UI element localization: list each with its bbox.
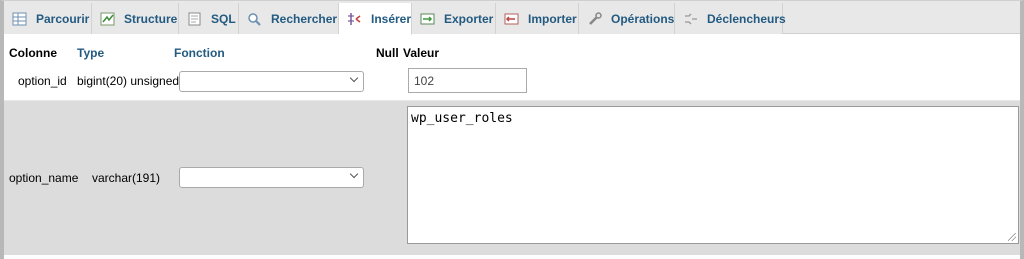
header-value: Valeur <box>403 46 440 60</box>
function-select[interactable] <box>179 71 364 92</box>
column-type: bigint(20) unsigned <box>77 74 180 88</box>
tab-label: Rechercher <box>271 11 338 26</box>
tab-label: Parcourir <box>36 11 90 26</box>
function-select[interactable] <box>179 167 364 188</box>
tab-search[interactable]: Rechercher <box>239 3 339 34</box>
table-row: option_id bigint(20) unsigned 102 <box>4 62 1020 100</box>
tab-label: SQL <box>211 11 236 26</box>
value-input[interactable]: 102 <box>408 68 527 93</box>
column-name: option_name <box>9 171 79 185</box>
export-icon <box>420 12 436 26</box>
header-null: Null <box>376 46 399 60</box>
wrench-icon <box>587 11 603 26</box>
tab-label: Déclencheurs <box>707 11 786 26</box>
column-type: varchar(191) <box>92 171 161 185</box>
tab-label: Insérer <box>371 11 412 26</box>
tab-import[interactable]: Importer <box>496 3 579 34</box>
table-header: Colonne Type Fonction Null Valeur <box>4 44 1020 62</box>
tab-insert[interactable]: Insérer <box>339 3 412 35</box>
tab-export[interactable]: Exporter <box>412 3 496 34</box>
header-column: Colonne <box>9 46 57 60</box>
sql-icon <box>187 12 203 26</box>
chevron-down-icon <box>349 169 359 179</box>
tab-bar: Parcourir Structure SQL Rechercher Insér… <box>4 1 1020 35</box>
table-row: option_name varchar(191) wp_user_roles <box>4 100 1020 255</box>
tab-label: Structure <box>124 11 178 26</box>
browse-icon <box>12 12 28 26</box>
import-icon <box>504 12 520 26</box>
insert-icon <box>347 12 363 26</box>
tab-label: Exporter <box>444 11 494 26</box>
resize-handle-icon[interactable] <box>1008 233 1016 241</box>
structure-icon <box>100 12 116 26</box>
tab-sql[interactable]: SQL <box>179 3 239 34</box>
value-textarea[interactable]: wp_user_roles <box>407 106 1019 244</box>
tab-triggers[interactable]: Déclencheurs <box>675 3 786 34</box>
column-name: option_id <box>18 74 67 88</box>
tab-structure[interactable]: Structure <box>92 3 179 34</box>
tab-operations[interactable]: Opérations <box>579 3 675 34</box>
triggers-icon <box>683 12 699 26</box>
search-icon <box>247 12 263 26</box>
tab-label: Opérations <box>611 11 675 26</box>
header-type[interactable]: Type <box>77 46 104 60</box>
tab-label: Importer <box>528 11 577 26</box>
header-function[interactable]: Fonction <box>174 46 225 60</box>
chevron-down-icon <box>349 73 359 83</box>
tab-browse[interactable]: Parcourir <box>4 3 92 34</box>
value-text: wp_user_roles <box>411 111 513 126</box>
